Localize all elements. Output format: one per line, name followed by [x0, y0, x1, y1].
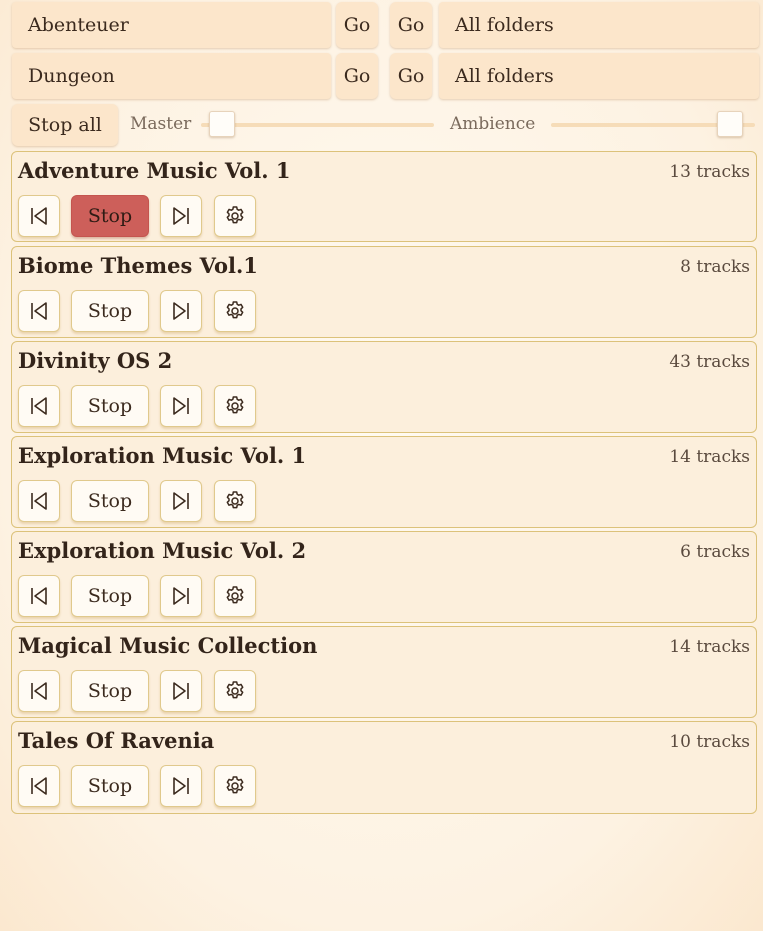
playlist-settings-button[interactable]: [214, 765, 256, 807]
track-count: 13 tracks: [669, 162, 750, 182]
playlist-title: Biome Themes Vol.1: [18, 253, 258, 278]
playlist-settings-button[interactable]: [214, 575, 256, 617]
gear-icon: [226, 206, 244, 224]
next-track-button[interactable]: [160, 385, 202, 427]
playlist-title: Exploration Music Vol. 2: [18, 538, 307, 563]
track-count: 6 tracks: [680, 542, 750, 562]
gear-icon: [226, 776, 244, 794]
track-count: 14 tracks: [669, 447, 750, 467]
stop-button[interactable]: Stop: [71, 575, 149, 617]
playlist-settings-button[interactable]: [214, 195, 256, 237]
skip-previous-icon: [31, 682, 47, 700]
previous-track-button[interactable]: [18, 765, 60, 807]
previous-track-button[interactable]: [18, 385, 60, 427]
stop-button[interactable]: Stop: [71, 385, 149, 427]
go-button[interactable]: Go: [336, 2, 378, 48]
playlist-card: Biome Themes Vol.1 8 tracks Stop: [11, 246, 757, 338]
gear-icon: [226, 396, 244, 414]
skip-previous-icon: [31, 777, 47, 795]
previous-track-button[interactable]: [18, 670, 60, 712]
next-track-button[interactable]: [160, 575, 202, 617]
skip-previous-icon: [31, 587, 47, 605]
go-button[interactable]: Go: [336, 53, 378, 99]
stop-button[interactable]: Stop: [71, 290, 149, 332]
playlist-title: Divinity OS 2: [18, 348, 173, 373]
next-track-button[interactable]: [160, 765, 202, 807]
skip-previous-icon: [31, 207, 47, 225]
stop-button[interactable]: Stop: [71, 195, 149, 237]
playlist-card: Tales Of Ravenia 10 tracks Stop: [11, 721, 757, 814]
skip-previous-icon: [31, 397, 47, 415]
skip-next-icon: [173, 207, 189, 225]
master-volume-label: Master: [130, 114, 192, 134]
skip-previous-icon: [31, 302, 47, 320]
next-track-button[interactable]: [160, 670, 202, 712]
playlist-title: Magical Music Collection: [18, 633, 318, 658]
previous-track-button[interactable]: [18, 290, 60, 332]
next-track-button[interactable]: [160, 195, 202, 237]
gear-icon: [226, 491, 244, 509]
next-track-button[interactable]: [160, 290, 202, 332]
playlist-settings-button[interactable]: [214, 670, 256, 712]
track-count: 43 tracks: [669, 352, 750, 372]
go-button-alt[interactable]: Go: [390, 53, 432, 99]
ambience-volume-label: Ambience: [450, 114, 536, 134]
previous-track-button[interactable]: [18, 195, 60, 237]
track-count: 8 tracks: [680, 257, 750, 277]
playlist-card: Divinity OS 2 43 tracks Stop: [11, 341, 757, 433]
stop-button[interactable]: Stop: [71, 765, 149, 807]
playlist-card: Magical Music Collection 14 tracks Stop: [11, 626, 757, 718]
master-volume-slider[interactable]: [201, 123, 434, 127]
track-count: 14 tracks: [669, 637, 750, 657]
skip-next-icon: [173, 587, 189, 605]
stop-all-button[interactable]: Stop all: [12, 104, 118, 146]
playlist-settings-button[interactable]: [214, 480, 256, 522]
ambience-volume-handle[interactable]: [716, 111, 743, 137]
skip-next-icon: [173, 777, 189, 795]
playlist-title: Exploration Music Vol. 1: [18, 443, 307, 468]
master-volume-handle[interactable]: [209, 111, 236, 137]
skip-next-icon: [173, 302, 189, 320]
playlist-settings-button[interactable]: [214, 290, 256, 332]
folder-select[interactable]: All folders: [439, 2, 759, 48]
playlist-card: Exploration Music Vol. 1 14 tracks Stop: [11, 436, 757, 528]
skip-next-icon: [173, 492, 189, 510]
skip-previous-icon: [31, 492, 47, 510]
stop-button[interactable]: Stop: [71, 670, 149, 712]
previous-track-button[interactable]: [18, 480, 60, 522]
playlist-settings-button[interactable]: [214, 385, 256, 427]
gear-icon: [226, 681, 244, 699]
scene-name-field[interactable]: Dungeon: [12, 53, 331, 99]
previous-track-button[interactable]: [18, 575, 60, 617]
skip-next-icon: [173, 682, 189, 700]
go-button-alt[interactable]: Go: [390, 2, 432, 48]
scene-name-field[interactable]: Abenteuer: [12, 2, 331, 48]
track-count: 10 tracks: [669, 732, 750, 752]
playlist-card: Exploration Music Vol. 2 6 tracks Stop: [11, 531, 757, 623]
next-track-button[interactable]: [160, 480, 202, 522]
gear-icon: [226, 586, 244, 604]
skip-next-icon: [173, 397, 189, 415]
gear-icon: [226, 301, 244, 319]
playlist-title: Tales Of Ravenia: [18, 728, 215, 753]
folder-select[interactable]: All folders: [439, 53, 759, 99]
playlist-card: Adventure Music Vol. 1 13 tracks Stop: [11, 151, 757, 242]
stop-button[interactable]: Stop: [71, 480, 149, 522]
playlist-title: Adventure Music Vol. 1: [18, 158, 291, 183]
